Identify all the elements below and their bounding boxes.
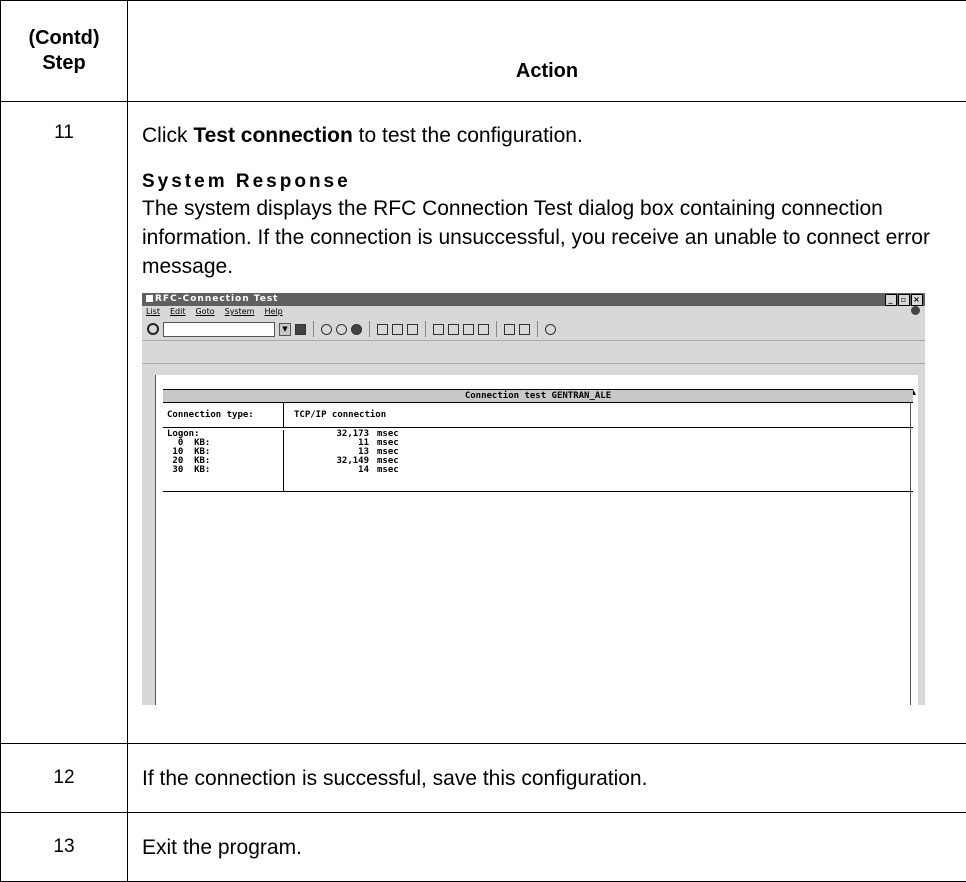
sap-title-bar: RFC-Connection Test _ ▫ ×	[142, 293, 925, 306]
first-page-icon[interactable]	[433, 324, 444, 335]
step-row-13: 13 Exit the program.	[1, 813, 966, 882]
step-column-header: (Contd) Step	[1, 1, 128, 102]
next-page-icon[interactable]	[463, 324, 474, 335]
sap-list-screen: ▲ Connection test GENTRAN_ALE Connection…	[155, 375, 918, 705]
timing-row: Logon: 0 KB: 10 KB: 20 KB: 30 KB: 32,173…	[163, 428, 913, 492]
step-action: Exit the program.	[128, 813, 966, 882]
action-column-header: Action	[128, 1, 966, 102]
enter-check-icon[interactable]	[147, 323, 159, 335]
instruction-suffix: to test the configuration.	[353, 124, 583, 147]
connection-test-title: Connection test GENTRAN_ALE	[163, 389, 913, 403]
menu-system[interactable]: System	[225, 306, 255, 318]
sap-system-icon	[146, 295, 153, 302]
step-number: 12	[1, 744, 128, 813]
step-action: If the connection is successful, save th…	[128, 744, 966, 813]
connection-type-value: TCP/IP connection	[284, 403, 386, 427]
menu-edit[interactable]: Edit	[170, 306, 186, 318]
timing-value: 14	[294, 466, 369, 475]
shortcut-icon[interactable]	[519, 324, 530, 335]
steps-table: (Contd) Step Action 11 Click Test connec…	[0, 0, 966, 882]
help-icon[interactable]	[545, 324, 556, 335]
step-number: 11	[1, 102, 128, 744]
timing-values: 32,173msec 11msec 13msec 32,149msec 14ms…	[284, 430, 399, 491]
sap-menu-bar: List Edit Goto System Help	[142, 306, 925, 318]
restore-icon[interactable]: ▫	[898, 294, 910, 306]
cancel-icon[interactable]	[351, 324, 362, 335]
system-response-text: The system displays the RFC Connection T…	[142, 194, 942, 281]
application-toolbar	[142, 341, 925, 364]
step-row-11: 11 Click Test connection to test the con…	[1, 102, 966, 744]
close-icon[interactable]: ×	[911, 294, 923, 306]
connection-test-panel: Connection test GENTRAN_ALE Connection t…	[163, 389, 913, 492]
timing-value-line: 14 msec	[294, 466, 399, 475]
minimize-icon[interactable]: _	[885, 294, 897, 306]
window-controls: _ ▫ ×	[885, 294, 923, 306]
print-icon[interactable]	[377, 324, 388, 335]
connection-type-label: Connection type:	[163, 403, 284, 427]
new-session-icon[interactable]	[504, 324, 515, 335]
menu-goto[interactable]: Goto	[195, 306, 214, 318]
last-page-icon[interactable]	[478, 324, 489, 335]
find-icon[interactable]	[392, 324, 403, 335]
step-row-12: 12 If the connection is successful, save…	[1, 744, 966, 813]
step-header-line2: Step	[2, 51, 126, 76]
command-field[interactable]	[163, 322, 275, 337]
step-instruction: Click Test connection to test the config…	[142, 121, 966, 150]
command-field-dropdown-icon[interactable]: ▼	[279, 323, 291, 336]
timing-label: 30 KB:	[167, 466, 283, 475]
menu-list[interactable]: List	[146, 306, 160, 318]
toolbar-separator	[369, 321, 370, 337]
step-header-line1: (Contd)	[2, 26, 126, 51]
sap-toolbar: ▼	[142, 318, 925, 341]
timing-unit: msec	[377, 466, 399, 475]
toolbar-separator	[537, 321, 538, 337]
toolbar-separator	[313, 321, 314, 337]
instruction-prefix: Click	[142, 124, 193, 147]
sap-window-title: RFC-Connection Test	[155, 294, 278, 304]
system-response-heading: System Response	[142, 170, 966, 194]
find-next-icon[interactable]	[407, 324, 418, 335]
connection-type-row: Connection type: TCP/IP connection	[163, 403, 913, 428]
step-action: Click Test connection to test the config…	[128, 102, 966, 744]
back-icon[interactable]	[321, 324, 332, 335]
sap-status-icon	[911, 306, 920, 315]
save-icon[interactable]	[295, 324, 306, 335]
rfc-connection-test-screenshot: RFC-Connection Test _ ▫ × List Edit Goto…	[142, 293, 925, 705]
step-number: 13	[1, 813, 128, 882]
menu-help[interactable]: Help	[264, 306, 282, 318]
exit-icon[interactable]	[336, 324, 347, 335]
toolbar-separator	[496, 321, 497, 337]
toolbar-separator	[425, 321, 426, 337]
previous-page-icon[interactable]	[448, 324, 459, 335]
timing-labels: Logon: 0 KB: 10 KB: 20 KB: 30 KB:	[163, 430, 284, 491]
test-connection-label: Test connection	[193, 124, 352, 147]
